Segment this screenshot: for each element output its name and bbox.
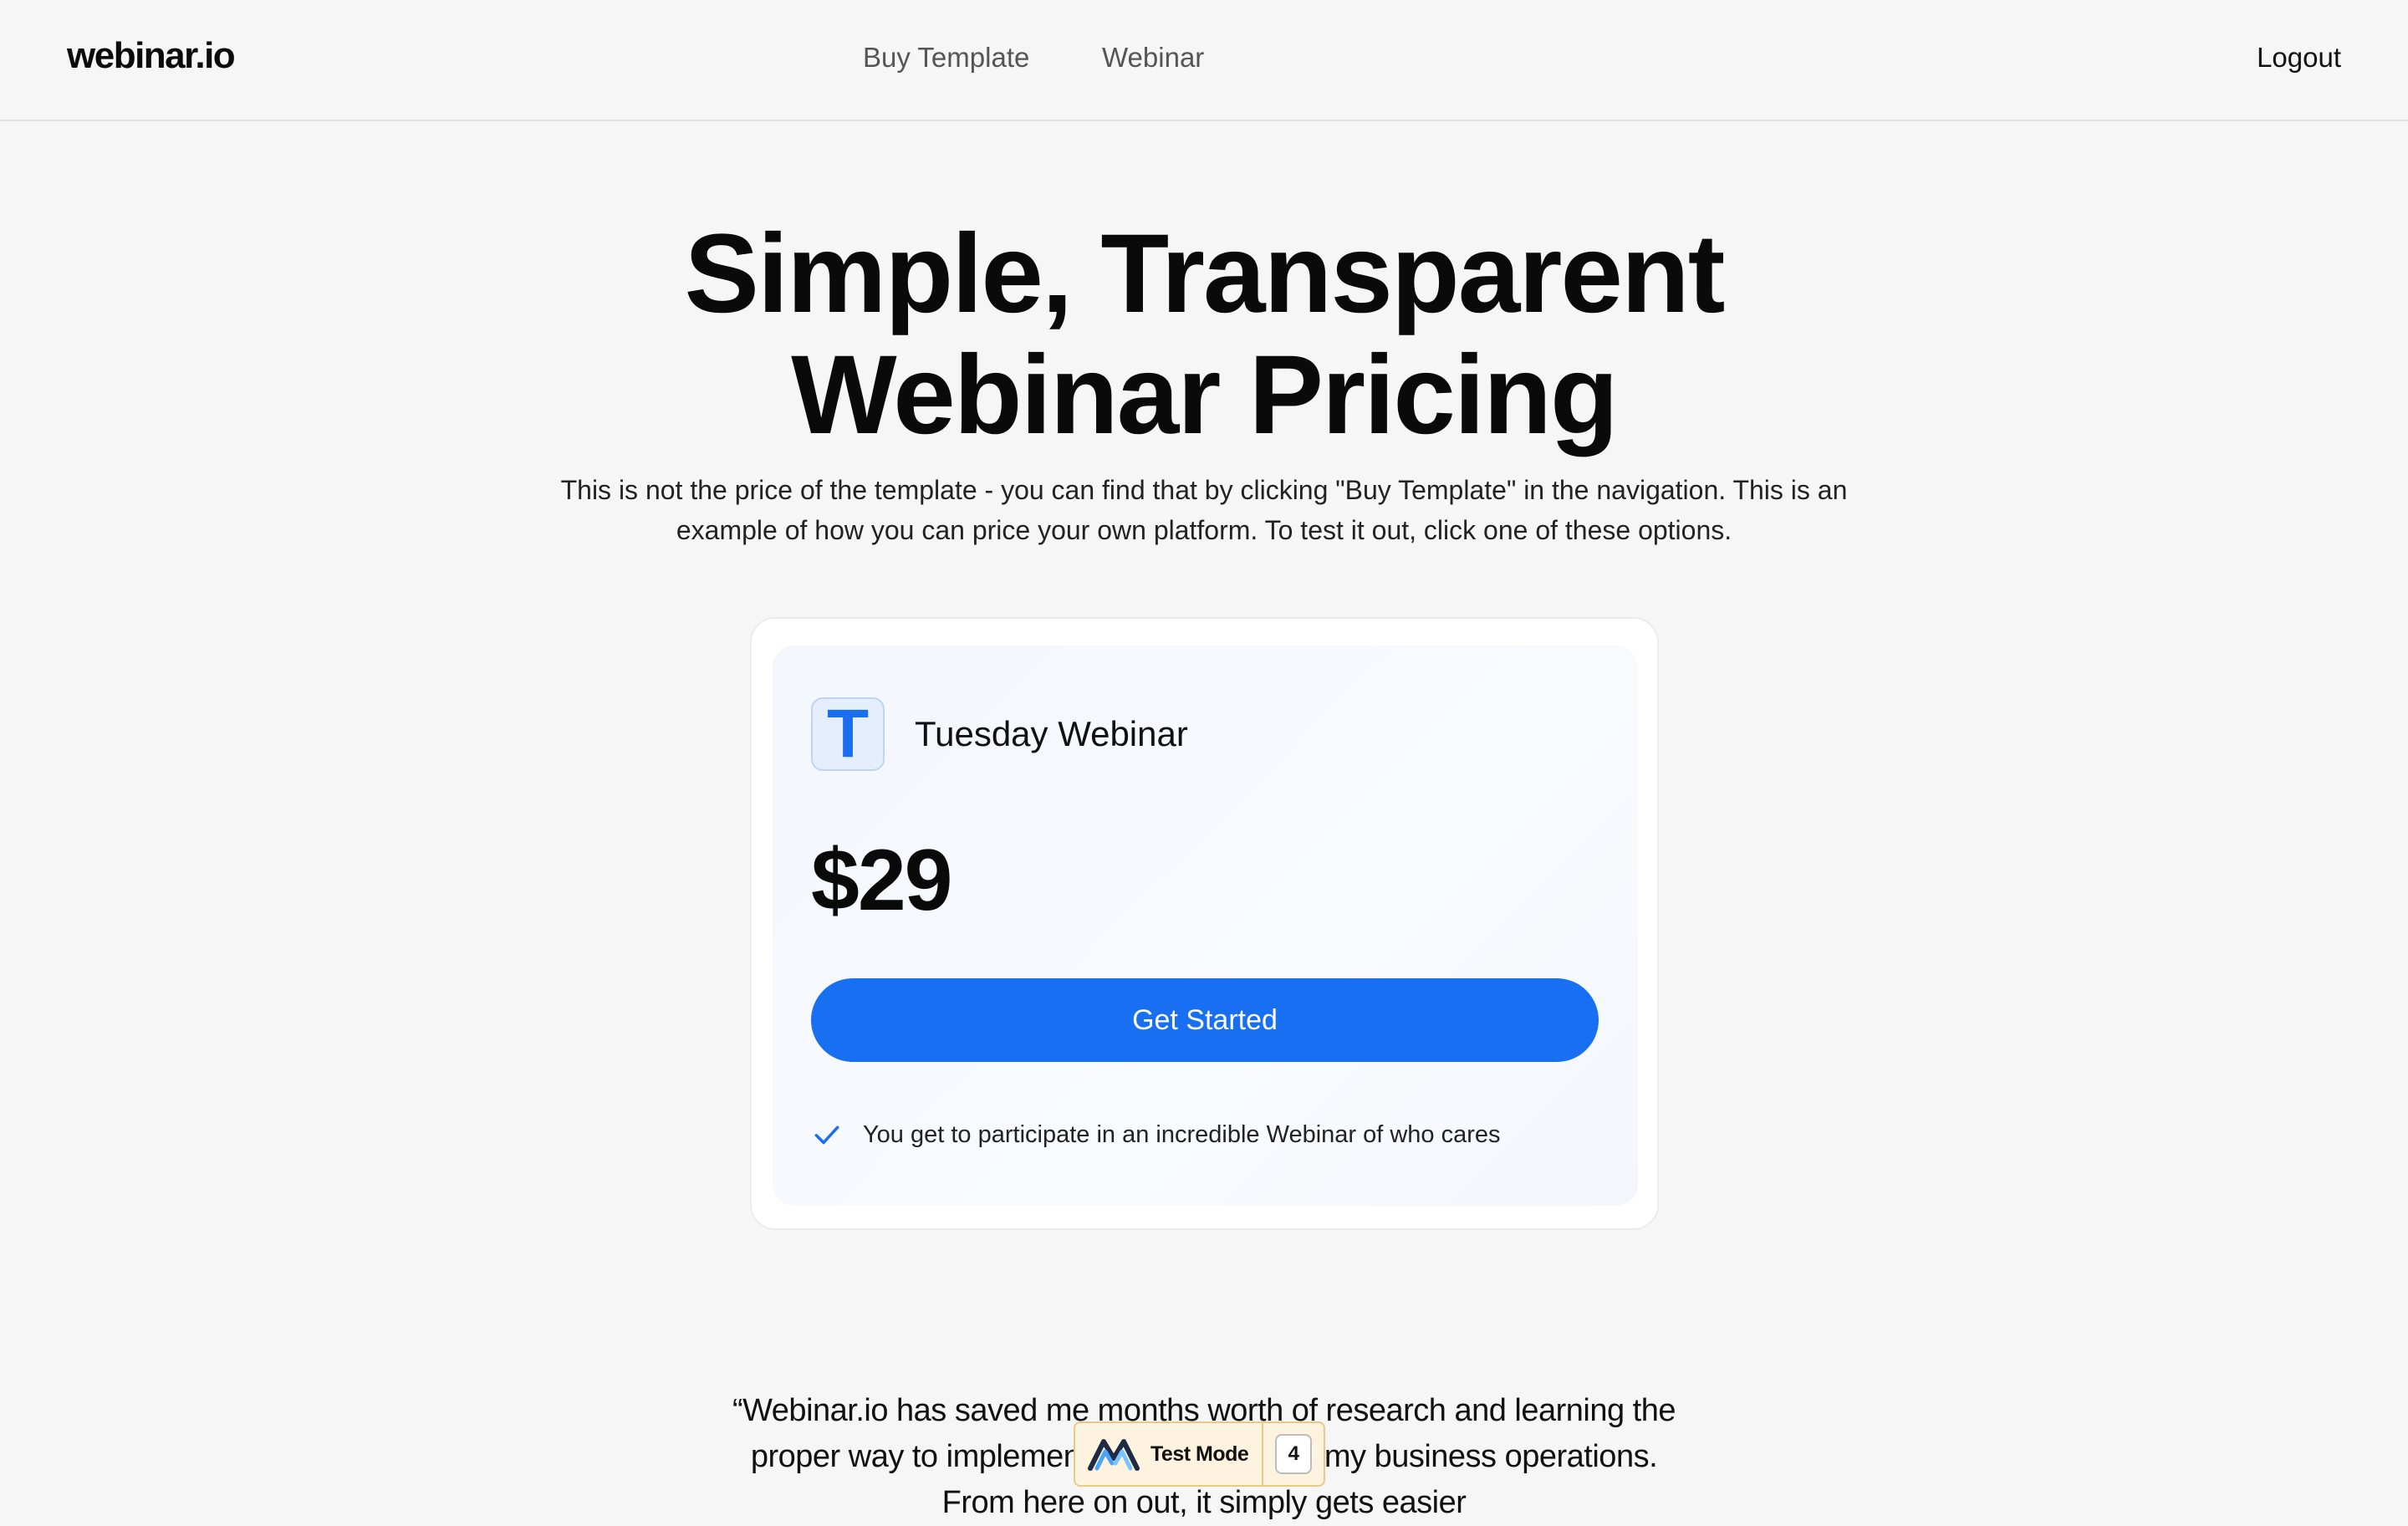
page-subtitle: This is not the price of the template - … — [560, 475, 1848, 545]
plan-name: Tuesday Webinar — [915, 714, 1188, 753]
plan-feature-text: You get to participate in an incredible … — [863, 1120, 1501, 1148]
nav-link-webinar[interactable]: Webinar — [1102, 42, 1204, 74]
logout-link[interactable]: Logout — [2257, 42, 2341, 74]
get-started-button[interactable]: Get Started — [811, 978, 1599, 1062]
page-title-line-1: Simple, Transparent — [684, 212, 1726, 336]
test-mode-label: Test Mode — [1150, 1442, 1249, 1466]
test-mode-count-wrap: 4 — [1263, 1423, 1324, 1485]
pricing-card: T Tuesday Webinar $29 Get Started You ge… — [750, 617, 1659, 1230]
test-mode-main[interactable]: Test Mode — [1075, 1423, 1264, 1485]
nav-link-buy-template[interactable]: Buy Template — [863, 42, 1029, 74]
top-navigation-bar: webinar.io Buy Template Webinar Logout — [0, 0, 2408, 121]
check-icon — [814, 1125, 839, 1145]
plan-price: $29 — [811, 832, 953, 929]
page-title: Simple, Transparent Webinar Pricing — [0, 213, 2408, 456]
site-logo[interactable]: webinar.io — [67, 35, 236, 77]
page-title-line-2: Webinar Pricing — [791, 333, 1619, 457]
test-mode-badge[interactable]: Test Mode 4 — [1074, 1421, 1326, 1487]
plan-badge-icon: T — [811, 697, 885, 771]
test-mode-logo-icon — [1088, 1439, 1140, 1471]
plan-feature-item: You get to participate in an incredible … — [811, 1118, 1501, 1151]
pricing-card-body: T Tuesday Webinar $29 Get Started You ge… — [773, 646, 1638, 1206]
test-mode-count: 4 — [1275, 1434, 1313, 1474]
